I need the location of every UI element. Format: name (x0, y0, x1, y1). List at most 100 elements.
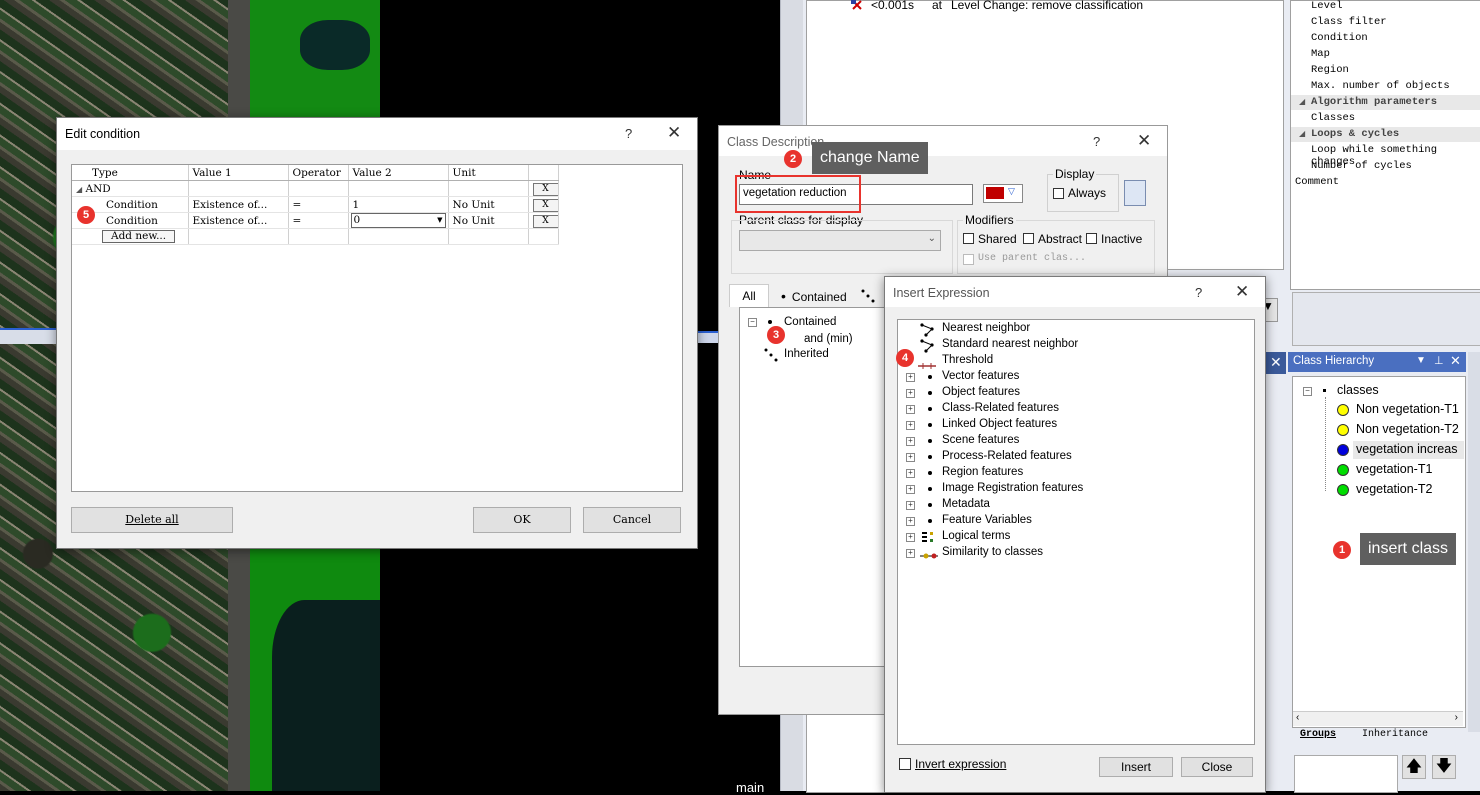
document-icon[interactable] (1124, 180, 1146, 206)
expand-icon[interactable]: + (906, 453, 915, 462)
loops-header[interactable]: Loops & cycles (1311, 128, 1399, 140)
expr-vector-features[interactable]: Vector features (942, 370, 1019, 382)
insert-button[interactable]: Insert (1099, 757, 1173, 777)
expand-icon[interactable]: + (906, 533, 915, 542)
prop-max-objects[interactable]: Max. number of objects (1311, 80, 1450, 92)
row-unit[interactable]: No Unit (448, 196, 529, 213)
collapse-icon[interactable]: − (1303, 387, 1312, 396)
expr-linked-object[interactable]: Linked Object features (942, 418, 1057, 430)
expr-nearest-neighbor[interactable]: Nearest neighbor (942, 322, 1030, 334)
scroll-left-icon[interactable]: ‹ (1296, 712, 1299, 723)
expand-icon[interactable]: + (906, 469, 915, 478)
expr-logical-terms[interactable]: Logical terms (942, 530, 1010, 542)
shared-checkbox[interactable] (963, 233, 974, 244)
classes-root[interactable]: classes (1337, 383, 1379, 397)
prop-number-cycles[interactable]: Number of cycles (1311, 160, 1412, 172)
help-icon[interactable]: ? (1195, 285, 1202, 300)
expr-image-registration[interactable]: Image Registration features (942, 482, 1083, 494)
expr-feature-variables[interactable]: Feature Variables (942, 514, 1032, 526)
class-item[interactable]: vegetation-T1 (1356, 462, 1432, 476)
expand-icon[interactable]: + (906, 517, 915, 526)
collapse-icon[interactable]: ◢ (76, 185, 82, 194)
close-icon[interactable]: ✕ (667, 123, 681, 143)
invert-expression-checkbox[interactable] (899, 758, 911, 770)
col-value2[interactable]: Value 2 (348, 165, 449, 181)
close-button[interactable]: Close (1181, 757, 1253, 777)
scroll-right-icon[interactable]: › (1455, 712, 1458, 723)
collapse-icon[interactable]: ◢ (1299, 129, 1305, 139)
and-min-node[interactable]: and (min) (804, 333, 853, 345)
prop-map[interactable]: Map (1311, 48, 1330, 60)
use-parent-checkbox[interactable] (963, 254, 974, 265)
row-value1[interactable]: Existence of... (188, 212, 289, 229)
abstract-checkbox[interactable] (1023, 233, 1034, 244)
col-type[interactable]: Type (72, 165, 189, 181)
close-icon[interactable]: ✕ (1137, 131, 1151, 151)
prop-region[interactable]: Region (1311, 64, 1349, 76)
row-operator[interactable]: = (288, 212, 349, 229)
expr-process-related[interactable]: Process-Related features (942, 450, 1072, 462)
help-icon[interactable]: ? (1093, 134, 1100, 149)
tab-groups[interactable]: Groups (1300, 729, 1336, 740)
pin-icon[interactable]: ⊥ (1434, 354, 1444, 367)
expand-icon[interactable]: + (906, 437, 915, 446)
always-checkbox[interactable] (1053, 188, 1064, 199)
close-icon[interactable]: ✕ (1450, 353, 1461, 369)
remove-row-button[interactable]: X (532, 182, 557, 196)
inherited-node[interactable]: Inherited (784, 348, 829, 360)
close-icon[interactable]: ✕ (1235, 282, 1249, 302)
move-down-button[interactable]: 🡇 (1432, 755, 1456, 779)
expand-icon[interactable]: + (906, 549, 915, 558)
class-item[interactable]: Non vegetation-T2 (1356, 422, 1459, 436)
col-operator[interactable]: Operator (288, 165, 349, 181)
inactive-checkbox[interactable] (1086, 233, 1097, 244)
tab-all[interactable]: All (729, 284, 769, 307)
move-up-button[interactable]: 🡅 (1402, 755, 1426, 779)
cancel-button[interactable]: Cancel (583, 507, 681, 533)
prop-level[interactable]: Level (1311, 0, 1343, 12)
inherited-tab-icon[interactable] (861, 289, 875, 303)
prop-classes[interactable]: Classes (1311, 112, 1355, 124)
col-value1[interactable]: Value 1 (188, 165, 289, 181)
expand-icon[interactable]: + (906, 501, 915, 510)
class-item[interactable]: Non vegetation-T1 (1356, 402, 1459, 416)
col-unit[interactable]: Unit (448, 165, 529, 181)
row-operator[interactable]: = (288, 196, 349, 213)
color-picker[interactable]: ▽ (983, 184, 1023, 203)
expr-metadata[interactable]: Metadata (942, 498, 990, 510)
remove-row-button[interactable]: X (532, 214, 557, 228)
expand-icon[interactable]: + (906, 421, 915, 430)
row-value2[interactable]: 1 (348, 196, 449, 213)
expr-object-features[interactable]: Object features (942, 386, 1020, 398)
remove-row-button[interactable]: X (532, 198, 557, 212)
delete-all-button[interactable]: Delete all (71, 507, 233, 533)
prop-condition[interactable]: Condition (1311, 32, 1368, 44)
close-icon[interactable]: ✕ (1270, 354, 1282, 371)
expr-standard-nn[interactable]: Standard nearest neighbor (942, 338, 1078, 350)
expr-similarity[interactable]: Similarity to classes (942, 546, 1043, 558)
collapse-icon[interactable]: − (748, 318, 757, 327)
expr-scene-features[interactable]: Scene features (942, 434, 1019, 446)
value2-select[interactable]: 0 ▼ (350, 213, 446, 228)
tab-contained[interactable]: • Contained (771, 286, 857, 306)
expand-icon[interactable]: + (906, 389, 915, 398)
expr-region-features[interactable]: Region features (942, 466, 1023, 478)
contained-node[interactable]: Contained (784, 316, 836, 328)
expr-threshold[interactable]: Threshold (942, 354, 993, 366)
expand-icon[interactable]: + (906, 373, 915, 382)
expand-icon[interactable]: + (906, 405, 915, 414)
prop-class-filter[interactable]: Class filter (1311, 16, 1387, 28)
ok-button[interactable]: OK (473, 507, 571, 533)
help-icon[interactable]: ? (625, 126, 632, 141)
process-text[interactable]: Level Change: remove classification (951, 0, 1143, 12)
class-item[interactable]: vegetation-T2 (1356, 482, 1432, 496)
row-unit[interactable]: No Unit (448, 212, 529, 229)
algo-params-header[interactable]: Algorithm parameters (1311, 96, 1437, 108)
class-item[interactable]: vegetation increas (1356, 442, 1457, 456)
row-value1[interactable]: Existence of... (188, 196, 289, 213)
h-scrollbar[interactable]: ‹ › (1293, 711, 1463, 726)
collapse-icon[interactable]: ◢ (1299, 97, 1305, 107)
tab-inheritance[interactable]: Inheritance (1362, 729, 1428, 740)
expr-class-related[interactable]: Class-Related features (942, 402, 1059, 414)
expand-icon[interactable]: + (906, 485, 915, 494)
